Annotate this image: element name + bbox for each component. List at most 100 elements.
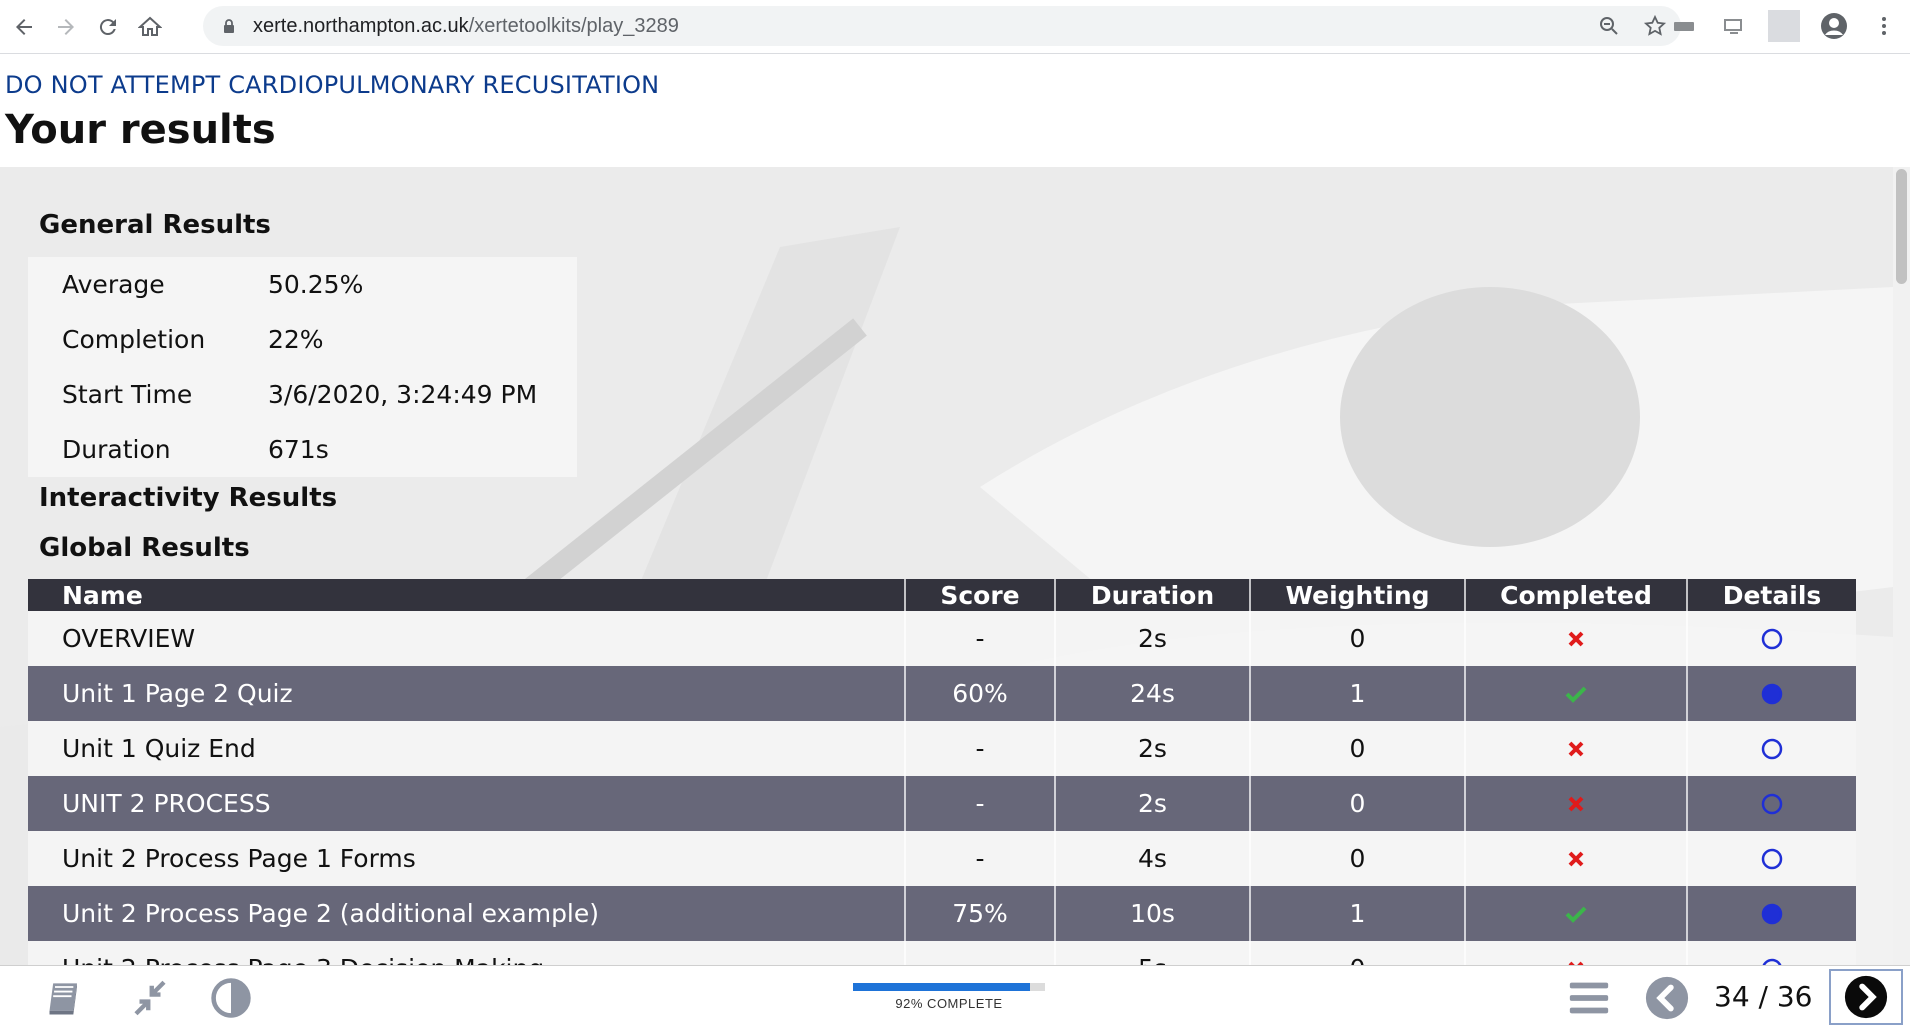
url-text[interactable]: xerte.northampton.ac.uk/xertetoolkits/pl…: [253, 15, 679, 38]
cross-icon: [1568, 631, 1584, 646]
navigation-footer: 92% COMPLETE 34 / 36: [0, 965, 1910, 1028]
page-counter: 34 / 36: [1714, 980, 1813, 1013]
row-duration: 10s: [1056, 886, 1251, 941]
row-weighting: 1: [1251, 666, 1466, 721]
page-scrollbar[interactable]: [1893, 167, 1910, 965]
general-row-start-time: Start Time 3/6/2020, 3:24:49 PM: [62, 367, 537, 422]
row-details[interactable]: [1688, 776, 1856, 831]
row-duration: 2s: [1056, 776, 1251, 831]
collapse-arrows-icon[interactable]: [126, 974, 174, 1022]
cast-icon[interactable]: [1718, 10, 1750, 42]
general-results-table: Average 50.25% Completion 22% Start Time…: [28, 257, 577, 477]
table-row: Unit 1 Page 2 Quiz 60% 24s 1: [28, 666, 1856, 721]
zoom-icon[interactable]: [1595, 12, 1623, 40]
address-bar[interactable]: xerte.northampton.ac.uk/xertetoolkits/pl…: [203, 6, 1681, 46]
details-circle-icon[interactable]: [1761, 628, 1783, 650]
row-weighting: 0: [1251, 776, 1466, 831]
general-value: 671s: [268, 435, 329, 464]
row-completed: [1466, 721, 1688, 776]
lock-icon[interactable]: [219, 16, 239, 36]
page-title: Your results: [5, 107, 276, 153]
check-icon: [1565, 906, 1587, 923]
details-circle-icon[interactable]: [1761, 903, 1783, 925]
row-completed: [1466, 666, 1688, 721]
details-circle-icon[interactable]: [1761, 958, 1783, 966]
row-name: Unit 1 Page 2 Quiz: [28, 666, 906, 721]
column-header-completed: Completed: [1466, 579, 1688, 611]
reload-icon[interactable]: [90, 9, 126, 45]
general-label: Average: [62, 270, 165, 299]
row-completed: [1466, 831, 1688, 886]
contrast-icon[interactable]: [207, 974, 255, 1022]
row-score: -: [906, 831, 1056, 886]
row-details[interactable]: [1688, 831, 1856, 886]
column-header-duration: Duration: [1056, 579, 1251, 611]
scrollbar-thumb[interactable]: [1896, 169, 1907, 284]
back-arrow-icon[interactable]: [6, 9, 42, 45]
previous-page-icon[interactable]: [1643, 974, 1691, 1022]
column-header-name: Name: [28, 579, 906, 611]
row-duration: 5s: [1056, 941, 1251, 965]
row-score: 75%: [906, 886, 1056, 941]
table-row: Unit 2 Process Page 2 (additional exampl…: [28, 886, 1856, 941]
row-score: -: [906, 941, 1056, 965]
details-circle-icon[interactable]: [1761, 738, 1783, 760]
toolbar-divider: [1768, 10, 1800, 42]
row-completed: [1466, 611, 1688, 666]
menu-hamburger-icon[interactable]: [1565, 974, 1613, 1022]
forward-arrow-icon[interactable]: [48, 9, 84, 45]
details-circle-icon[interactable]: [1761, 793, 1783, 815]
row-details[interactable]: [1688, 721, 1856, 776]
row-weighting: 0: [1251, 831, 1466, 886]
table-header: Name Score Duration Weighting Completed …: [28, 579, 1856, 611]
row-weighting: 0: [1251, 721, 1466, 776]
course-title: DO NOT ATTEMPT CARDIOPULMONARY RECUSITAT…: [5, 71, 660, 99]
row-duration: 4s: [1056, 831, 1251, 886]
details-circle-icon[interactable]: [1761, 683, 1783, 705]
general-label: Completion: [62, 325, 206, 354]
table-row: Unit 1 Quiz End -2s 0: [28, 721, 1856, 776]
glossary-book-icon[interactable]: [42, 974, 90, 1022]
table-row: Unit 2 Process Page 3 Decision Making-5s…: [28, 941, 1856, 965]
results-content: General Results Average 50.25% Completio…: [0, 167, 1893, 965]
row-weighting: 1: [1251, 886, 1466, 941]
row-name: Unit 2 Process Page 3 Decision Making: [28, 941, 906, 965]
row-duration: 24s: [1056, 666, 1251, 721]
general-value: 50.25%: [268, 270, 364, 299]
cross-icon: [1568, 796, 1584, 811]
row-duration: 2s: [1056, 611, 1251, 666]
general-value: 22%: [268, 325, 324, 354]
profile-avatar-icon[interactable]: [1818, 10, 1850, 42]
row-score: -: [906, 776, 1056, 831]
column-header-weighting: Weighting: [1251, 579, 1466, 611]
row-completed: [1466, 776, 1688, 831]
table-body: OVERVIEW -2s 0 Unit 1 Page 2 Quiz 60% 24s 1 Uni…: [28, 611, 1856, 965]
global-results-heading: Global Results: [39, 533, 250, 563]
bookmark-star-icon[interactable]: [1641, 12, 1669, 40]
table-row: Unit 2 Process Page 1 Forms -4s 0: [28, 831, 1856, 886]
next-page-icon: [1844, 975, 1888, 1019]
extension-icon[interactable]: [1668, 10, 1700, 42]
row-details[interactable]: [1688, 886, 1856, 941]
general-row-average: Average 50.25%: [62, 257, 363, 312]
row-details[interactable]: [1688, 941, 1856, 965]
page-header: DO NOT ATTEMPT CARDIOPULMONARY RECUSITAT…: [0, 55, 1910, 167]
row-completed: [1466, 941, 1688, 965]
row-name: Unit 2 Process Page 2 (additional exampl…: [28, 886, 906, 941]
details-circle-icon[interactable]: [1761, 848, 1783, 870]
general-row-completion: Completion 22%: [62, 312, 324, 367]
next-page-button[interactable]: [1829, 969, 1903, 1025]
menu-kebab-icon[interactable]: [1868, 10, 1900, 42]
general-value: 3/6/2020, 3:24:49 PM: [268, 380, 538, 409]
row-details[interactable]: [1688, 611, 1856, 666]
cross-icon: [1568, 851, 1584, 866]
row-details[interactable]: [1688, 666, 1856, 721]
progress-indicator: 92% COMPLETE: [853, 983, 1045, 1011]
row-score: -: [906, 611, 1056, 666]
row-score: 60%: [906, 666, 1056, 721]
row-weighting: 0: [1251, 611, 1466, 666]
home-icon[interactable]: [132, 9, 168, 45]
row-weighting: 0: [1251, 941, 1466, 965]
general-row-duration: Duration 671s: [62, 422, 329, 477]
check-icon: [1565, 686, 1587, 703]
